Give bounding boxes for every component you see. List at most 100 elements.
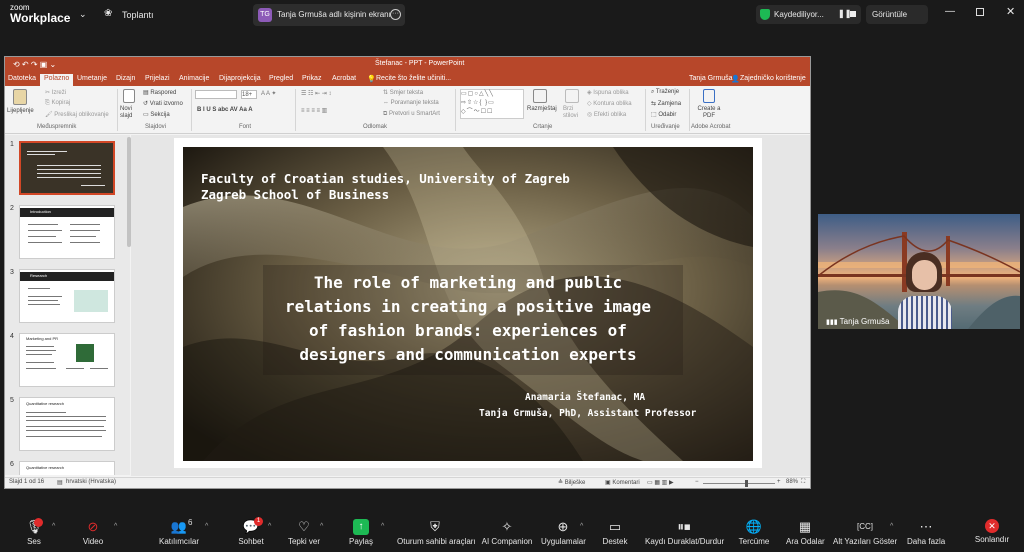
quick-styles-button[interactable]: Brzi stilovi — [563, 106, 581, 120]
arrange-button[interactable]: Razmještaj — [527, 106, 557, 112]
slide-thumbnail-3[interactable]: Research — [19, 269, 115, 323]
quick-styles-icon[interactable] — [565, 89, 579, 103]
section-button[interactable]: ▭ Sekcija — [143, 111, 170, 118]
participants-button[interactable]: 👥 Katılımcılar — [158, 510, 200, 552]
chevron-down-icon[interactable]: ⌄ — [79, 9, 87, 20]
tab-polazno[interactable]: Polazno — [40, 74, 74, 86]
cut-button[interactable]: ✂ Izreži — [45, 89, 66, 96]
translate-button[interactable]: 🌐 Tercüme — [736, 510, 772, 552]
ai-companion-button[interactable]: ✧ AI Companion — [480, 510, 534, 552]
shape-fill-button[interactable]: ◈ Ispuna oblika — [587, 89, 629, 96]
tab-prikaz[interactable]: Prikaz — [302, 75, 321, 82]
comments-button[interactable]: ▣ Komentari — [605, 479, 640, 486]
smartart-button[interactable]: ⧉ Pretvori u SmartArt — [383, 111, 440, 118]
align-text-button[interactable]: ⇔ Poravnanje teksta — [383, 100, 439, 106]
apps-button[interactable]: ⊕ Uygulamalar — [541, 510, 586, 552]
language-status[interactable]: hrvatski (Hrvatska) — [66, 479, 116, 485]
slide-thumbnail-1[interactable] — [19, 141, 115, 195]
notes-button[interactable]: ≜ Bilješke — [558, 479, 585, 486]
close-icon[interactable]: ✕ — [1006, 5, 1015, 18]
audio-button[interactable]: 🎙 Ses — [18, 510, 50, 552]
chat-options-caret[interactable]: ^ — [268, 523, 271, 530]
show-captions-button[interactable]: [CC] Alt Yazıları Göster — [833, 510, 897, 552]
more-options-icon[interactable]: ··· — [390, 9, 401, 20]
ppt-user-name[interactable]: Tanja Grmuša — [689, 75, 733, 82]
arrange-icon[interactable] — [533, 89, 547, 103]
screen-share-pill[interactable]: TG Tanja Grmuša adlı kişinin ekranı ··· — [253, 4, 405, 26]
captions-options-caret[interactable]: ^ — [890, 523, 893, 530]
slide-thumbnail-6[interactable]: Quantitative research — [19, 461, 115, 475]
tab-prijelazi[interactable]: Prijelazi — [145, 75, 170, 82]
shapes-gallery[interactable]: ▭▢○△╲╲ ⇨⇧☆{ }▭ ◇⌒〜☐☐ — [460, 89, 524, 119]
participant-video-tile[interactable]: ▮▮▮ Tanja Grmuša — [818, 214, 1020, 329]
font-name-box[interactable] — [195, 90, 237, 99]
record-pause-stop-button[interactable]: ⏸⏹ Kaydı Duraklat/Durdur — [645, 510, 724, 552]
font-style-buttons[interactable]: B I U S abc AV Aa A — [197, 107, 253, 113]
stop-icon[interactable] — [850, 11, 856, 17]
paste-icon[interactable] — [13, 89, 27, 105]
share-button[interactable]: Zajedničko korištenje — [740, 75, 806, 82]
copy-button[interactable]: ⎘ Kopiraj — [45, 100, 70, 107]
new-slide-icon[interactable] — [123, 89, 135, 103]
format-painter-button[interactable]: 🖌 Preslikaj oblikovanje — [45, 111, 109, 118]
tab-umetanje[interactable]: Umetanje — [77, 75, 107, 82]
slide-thumbnail-4[interactable]: Marketing and PR — [19, 333, 115, 387]
tab-animacije[interactable]: Animacije — [179, 75, 209, 82]
breakout-rooms-button[interactable]: ▦ Ara Odalar — [786, 510, 825, 552]
audio-options-caret[interactable]: ^ — [52, 523, 55, 530]
zoom-slider[interactable] — [703, 483, 775, 484]
minimize-icon[interactable]: — — [945, 6, 955, 17]
view-button[interactable]: Görüntüle — [866, 5, 928, 24]
share-options-caret[interactable]: ^ — [381, 523, 384, 530]
create-pdf-icon[interactable] — [703, 89, 715, 103]
list-buttons[interactable]: ☰ ☷ ⇤ ⇥ ↕ — [301, 90, 331, 97]
reactions-options-caret[interactable]: ^ — [320, 523, 323, 530]
zoom-level[interactable]: 88% — [786, 479, 798, 485]
share-icon[interactable]: 👤 — [731, 75, 740, 83]
new-slide-button[interactable]: Novi slajd — [120, 106, 140, 120]
slide-thumbnail-5[interactable]: Quantitative research — [19, 397, 115, 451]
spellcheck-icon[interactable]: ▤ — [57, 479, 63, 486]
more-button[interactable]: ⋯ Daha fazla — [907, 510, 945, 552]
font-grow-buttons[interactable]: A A ✦ — [261, 90, 276, 97]
text-direction-button[interactable]: ⇅ Smjer teksta — [383, 89, 423, 96]
find-button[interactable]: ⌕ Traženje — [651, 89, 679, 96]
share-screen-button[interactable]: ↑ Paylaş — [347, 510, 375, 552]
zoom-in-icon[interactable]: + — [777, 479, 781, 485]
select-button[interactable]: ⬚ Odabir — [651, 111, 676, 118]
shape-effects-button[interactable]: ◎ Efekti oblika — [587, 111, 626, 118]
reactions-button[interactable]: ♡ Tepki ver — [287, 510, 321, 552]
tab-pregled[interactable]: Pregled — [269, 75, 293, 82]
current-slide[interactable]: Faculty of Croatian studies, University … — [183, 147, 753, 461]
tell-me-search[interactable]: Recite što želite učiniti... — [376, 75, 451, 82]
restore-icon[interactable] — [976, 8, 984, 16]
video-button[interactable]: ⊘ Video — [76, 510, 110, 552]
layout-button[interactable]: ▤ Raspored — [143, 89, 176, 96]
shape-outline-button[interactable]: ◇ Kontura oblika — [587, 100, 632, 107]
zoom-slider-thumb[interactable] — [745, 480, 748, 487]
fit-slide-icon[interactable]: ⛶ — [801, 479, 805, 486]
video-options-caret[interactable]: ^ — [114, 523, 117, 530]
tab-dizajn[interactable]: Dizajn — [116, 75, 135, 82]
align-buttons[interactable]: ≡ ≡ ≡ ≡ ▥ — [301, 107, 327, 114]
paste-button[interactable]: Lijepljenje — [7, 108, 34, 114]
zoom-out-icon[interactable]: − — [695, 479, 699, 485]
create-pdf-button[interactable]: Create a PDF — [697, 106, 721, 120]
tab-acrobat[interactable]: Acrobat — [332, 75, 356, 82]
support-button[interactable]: ▭ Destek — [601, 510, 629, 552]
font-size-box[interactable]: 18+ — [241, 90, 257, 99]
meeting-label[interactable]: Toplantı — [122, 10, 154, 20]
slide-thumbnail-2[interactable]: Introduction — [19, 205, 115, 259]
host-tools-button[interactable]: ⛨ Oturum sahibi araçları — [397, 510, 476, 552]
tab-datoteka[interactable]: Datoteka — [8, 75, 36, 82]
slide-thumbnails-pane[interactable]: 1 2 Introduction 3 Research 4 Marketing … — [5, 135, 130, 475]
replace-button[interactable]: ⇆ Zamjena — [651, 100, 681, 107]
chat-button[interactable]: 💬 Sohbet — [236, 510, 266, 552]
quick-access-toolbar[interactable]: ⟲ ↶ ↷ ▣ ⌄ — [13, 60, 56, 69]
apps-options-caret[interactable]: ^ — [580, 523, 583, 530]
view-buttons[interactable]: ▭ ▦ ▥ ▶ — [647, 479, 674, 486]
recording-pill[interactable]: Kaydediliyor... ❚❚ — [756, 5, 861, 24]
reset-button[interactable]: ↺ Vrati izvorno — [143, 100, 183, 107]
end-meeting-button[interactable]: ✕ Sonlandır — [972, 510, 1012, 552]
tab-dijaprojekcija[interactable]: Dijaprojekcija — [219, 75, 261, 82]
